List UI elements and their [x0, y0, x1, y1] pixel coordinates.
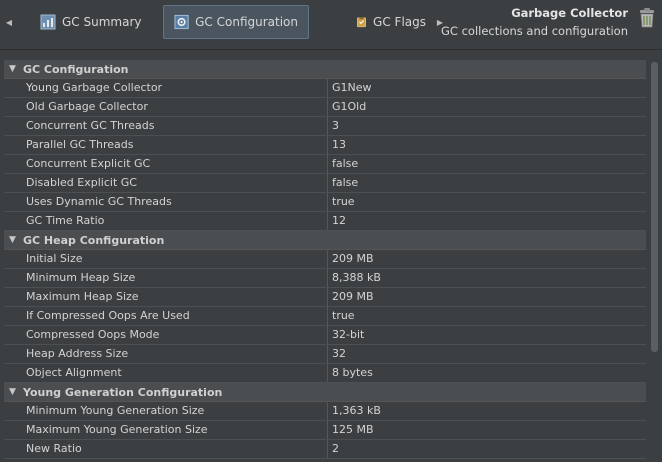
property-value: 32 — [332, 347, 346, 360]
property-value: true — [332, 195, 355, 208]
table-row[interactable]: New Ratio 2 — [4, 440, 646, 459]
scrollbar-thumb[interactable] — [651, 62, 658, 352]
trash-can-icon[interactable] — [638, 7, 656, 29]
property-value: false — [332, 157, 359, 170]
property-name: Concurrent Explicit GC — [4, 155, 328, 173]
property-name: If Compressed Oops Are Used — [4, 307, 328, 325]
property-name: Compressed Oops Mode — [4, 326, 328, 344]
property-name: Minimum Heap Size — [4, 269, 328, 287]
property-value: true — [332, 309, 355, 322]
section-header-gc-heap-configuration[interactable]: ▼ GC Heap Configuration — [4, 231, 646, 250]
table-row[interactable]: Disabled Explicit GC false — [4, 174, 646, 193]
property-name: Minimum Young Generation Size — [4, 402, 328, 420]
section-header-gc-configuration[interactable]: ▼ GC Configuration — [4, 60, 646, 79]
tab-gc-configuration[interactable]: GC Configuration — [163, 5, 309, 39]
property-name: Maximum Young Generation Size — [4, 421, 328, 439]
scroll-left-arrow-icon[interactable]: ◀ — [3, 14, 15, 30]
table-row[interactable]: Parallel GC Threads 13 — [4, 136, 646, 155]
property-value: 8,388 kB — [332, 271, 381, 284]
expand-triangle-icon[interactable]: ▼ — [9, 60, 21, 79]
property-value: 8 bytes — [332, 366, 373, 379]
property-name: Heap Address Size — [4, 345, 328, 363]
property-name: GC Time Ratio — [4, 212, 328, 230]
table-row[interactable]: Heap Address Size 32 — [4, 345, 646, 364]
table-row[interactable]: Old Garbage Collector G1Old — [4, 98, 646, 117]
property-value: 1,363 kB — [332, 404, 381, 417]
table-row[interactable]: Young Garbage Collector G1New — [4, 79, 646, 98]
table-row[interactable]: Object Alignment 8 bytes — [4, 364, 646, 383]
property-name: Object Alignment — [4, 364, 328, 382]
expand-triangle-icon[interactable]: ▼ — [9, 231, 21, 250]
property-name: New Ratio — [4, 440, 328, 458]
table-row[interactable]: Concurrent Explicit GC false — [4, 155, 646, 174]
property-name: Parallel GC Threads — [4, 136, 328, 154]
property-value: 2 — [332, 442, 339, 455]
section-title: GC Configuration — [23, 62, 129, 76]
tab-gc-summary[interactable]: GC Summary — [30, 5, 154, 39]
property-value: 12 — [332, 214, 346, 227]
property-name: Old Garbage Collector — [4, 98, 328, 116]
property-value: 125 MB — [332, 423, 374, 436]
property-value: false — [332, 176, 359, 189]
table-row[interactable]: Initial Size 209 MB — [4, 250, 646, 269]
property-name: Initial Size — [4, 250, 328, 268]
table-row[interactable]: Uses Dynamic GC Threads true — [4, 193, 646, 212]
property-name: Disabled Explicit GC — [4, 174, 328, 192]
expand-triangle-icon[interactable]: ▼ — [9, 383, 21, 402]
property-value: 209 MB — [332, 252, 374, 265]
section-header-young-generation-configuration[interactable]: ▼ Young Generation Configuration — [4, 383, 646, 402]
table-row[interactable]: Maximum Young Generation Size 125 MB — [4, 421, 646, 440]
page-title: Garbage Collector — [511, 6, 628, 20]
tab-gc-flags[interactable]: GC Flags — [346, 5, 436, 39]
table-row[interactable]: Compressed Oops Mode 32-bit — [4, 326, 646, 345]
property-value: 32-bit — [332, 328, 365, 341]
table-row[interactable]: If Compressed Oops Are Used true — [4, 307, 646, 326]
toolbar: ◀ GC Summary GC Configuration GC Flags ▶… — [0, 0, 662, 50]
property-value: 209 MB — [332, 290, 374, 303]
flags-clipboard-icon — [357, 17, 367, 28]
section-title: GC Heap Configuration — [23, 233, 165, 247]
property-value: 3 — [332, 119, 339, 132]
table-row[interactable]: Minimum Heap Size 8,388 kB — [4, 269, 646, 288]
property-name: Uses Dynamic GC Threads — [4, 193, 328, 211]
property-value: G1New — [332, 81, 372, 94]
property-name: Young Garbage Collector — [4, 79, 328, 97]
property-name: Concurrent GC Threads — [4, 117, 328, 135]
configuration-icon — [174, 14, 189, 30]
tab-gc-configuration-label: GC Configuration — [195, 15, 298, 29]
tab-gc-summary-label: GC Summary — [62, 15, 142, 29]
page-subtitle: GC collections and configuration — [441, 24, 628, 38]
summary-chart-icon — [40, 14, 56, 30]
property-table: ▼ GC Configuration Young Garbage Collect… — [4, 60, 646, 462]
property-value: 13 — [332, 138, 346, 151]
table-row[interactable]: Minimum Young Generation Size 1,363 kB — [4, 402, 646, 421]
tab-gc-flags-label: GC Flags — [373, 15, 426, 29]
table-row[interactable]: Maximum Heap Size 209 MB — [4, 288, 646, 307]
table-row[interactable]: Concurrent GC Threads 3 — [4, 117, 646, 136]
property-name: Maximum Heap Size — [4, 288, 328, 306]
section-title: Young Generation Configuration — [23, 385, 223, 399]
property-value: G1Old — [332, 100, 367, 113]
vertical-scrollbar[interactable] — [648, 60, 660, 462]
table-row[interactable]: GC Time Ratio 12 — [4, 212, 646, 231]
